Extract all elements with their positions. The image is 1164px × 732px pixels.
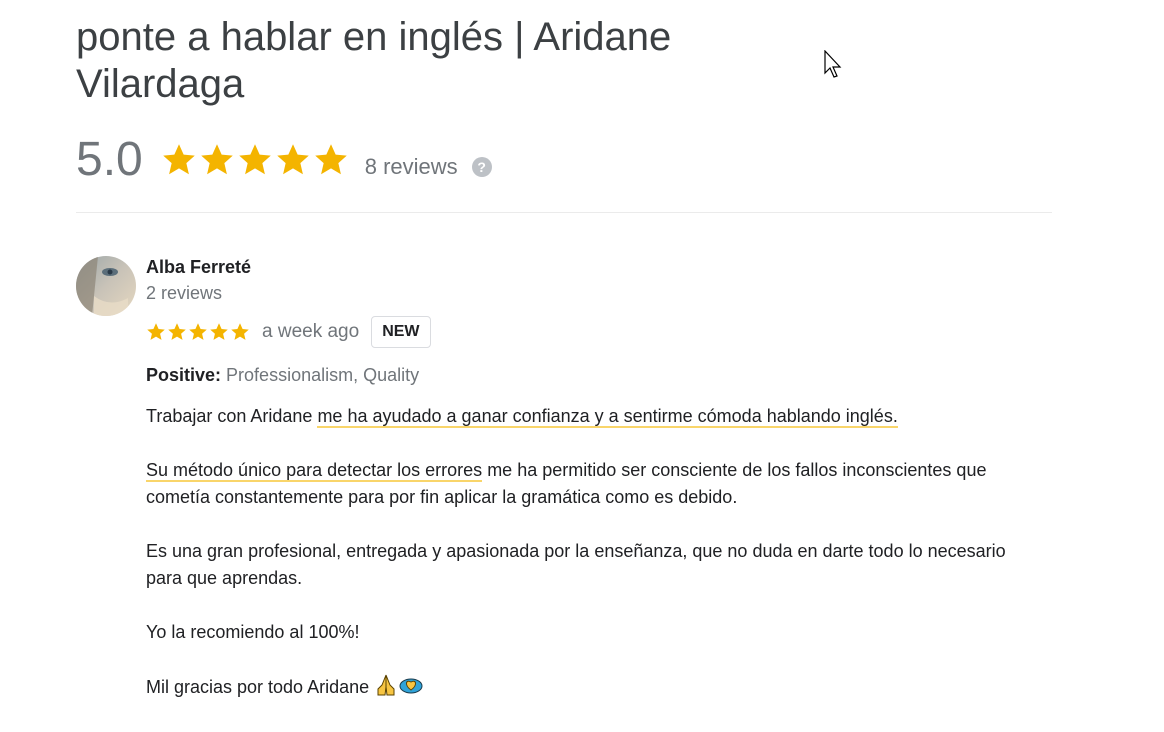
star-icon (147, 323, 165, 340)
rating-stars (161, 142, 349, 178)
star-icon (168, 323, 186, 340)
star-icon (276, 144, 309, 175)
review-paragraph: Su método único para detectar los errore… (146, 457, 1046, 511)
new-badge: NEW (371, 316, 431, 348)
divider (76, 212, 1052, 213)
review-card: Alba Ferreté 2 reviews a week ago NEW Po… (146, 256, 1046, 732)
review-positive-attributes: Positive: Professionalism, Quality (146, 363, 1046, 387)
folded-hands-icon (374, 673, 398, 705)
review-text-highlight: me ha ayudado a ganar confianza y a sent… (317, 406, 898, 428)
place-title: ponte a hablar en inglés | Aridane Vilar… (76, 15, 672, 106)
question-circle-icon[interactable]: ? (471, 157, 492, 177)
review-paragraph: Mil gracias por todo Aridane (146, 673, 1046, 705)
star-icon (200, 144, 233, 175)
review-time: a week ago (262, 321, 360, 342)
review-count-link[interactable]: 8 reviews (365, 140, 458, 180)
review-paragraph: Trabajar con Aridane me ha ayudado a gan… (146, 403, 1046, 430)
star-icon (231, 323, 249, 340)
review-text-plain: Mil gracias por todo Aridane (146, 677, 375, 697)
reviewer-review-count: 2 reviews (146, 283, 223, 303)
star-icon (238, 144, 271, 175)
review-text-plain: Trabajar con Aridane (146, 406, 318, 426)
positive-label: Positive: (146, 365, 222, 385)
star-icon (314, 144, 347, 175)
rating-score: 5.0 (76, 133, 143, 186)
review-text-highlight: Su método único para detectar los errore… (146, 460, 483, 482)
star-icon (210, 323, 228, 340)
star-icon (162, 144, 195, 175)
avatar[interactable] (76, 256, 136, 316)
review-paragraph: Es una gran profesional, entregada y apa… (146, 541, 1006, 588)
review-meta: a week ago NEW (146, 315, 1046, 349)
review-stars (146, 322, 250, 342)
heart-sparkle-icon (398, 673, 424, 705)
review-text: Trabajar con Aridane me ha ayudado a gan… (146, 403, 1046, 705)
rating-summary: 5.0 8 reviews ? (76, 130, 492, 190)
positive-values: Professionalism, Quality (226, 365, 420, 385)
mouse-cursor-icon (824, 50, 842, 78)
reviewer-name[interactable]: Alba Ferreté (146, 256, 1046, 278)
review-paragraph: Yo la recomiendo al 100%! (146, 622, 360, 642)
star-icon (189, 323, 207, 340)
